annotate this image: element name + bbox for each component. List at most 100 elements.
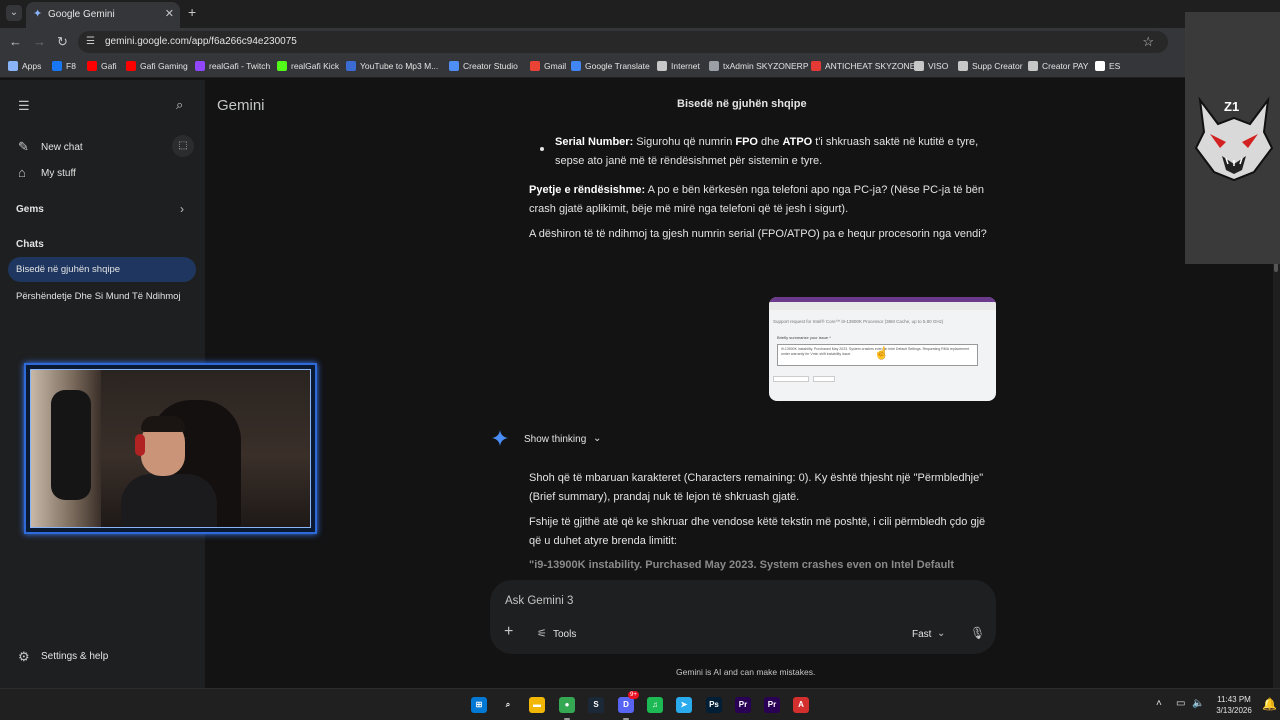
tab-search-button[interactable]: ⌄	[6, 5, 22, 21]
new-tab-button[interactable]: +	[188, 5, 196, 19]
bookmark-item[interactable]: Internet	[657, 61, 700, 71]
taskbar-explorer-icon[interactable]: ▬	[529, 697, 545, 713]
site-info-icon[interactable]: ☰	[86, 36, 98, 48]
tab-google-gemini[interactable]: ✦ Google Gemini ✕	[26, 2, 180, 28]
taskbar-search-icon[interactable]: ⌕	[500, 697, 516, 713]
bookmark-item[interactable]: Gafi	[87, 61, 117, 71]
prompt-input[interactable]: Ask Gemini 3	[505, 595, 573, 607]
chevron-down-icon[interactable]: ⌄	[937, 628, 945, 639]
bookmark-star-icon[interactable]: ☆	[1142, 34, 1154, 50]
bookmark-favicon-icon	[8, 61, 18, 71]
important-label: Pyetje e rëndësishme:	[529, 184, 646, 196]
gemini-brand[interactable]: Gemini	[217, 97, 265, 114]
bookmark-item[interactable]: VISO	[914, 61, 948, 71]
chevron-down-icon[interactable]: ⌄	[593, 433, 601, 444]
bookmark-label: Internet	[671, 61, 700, 71]
taskbar-chrome-icon[interactable]: ●	[559, 697, 575, 713]
taskbar-acrobat-icon[interactable]: A	[793, 697, 809, 713]
bookmark-label: realGafi Kick	[291, 61, 340, 71]
discord-notification-badge: 9+	[628, 691, 639, 699]
screenshot-heading: Support request for Intel® Core™ i9-1390…	[773, 319, 944, 324]
bookmark-favicon-icon	[1095, 61, 1105, 71]
microphone-icon[interactable]: 🎙	[970, 626, 985, 640]
bookmark-favicon-icon	[811, 61, 821, 71]
bookmark-favicon-icon	[52, 61, 62, 71]
omnibox[interactable]: ☰ gemini.google.com/app/f6a266c94e230075…	[78, 31, 1168, 53]
attached-screenshot[interactable]: Support request for Intel® Core™ i9-1390…	[769, 297, 996, 401]
system-clock[interactable]: 11:43 PM 3/13/2026	[1210, 694, 1258, 716]
network-icon[interactable]: ▭	[1176, 698, 1185, 709]
conversation-title[interactable]: Bisedë në gjuhën shqipe	[677, 98, 807, 110]
tab-title: Google Gemini	[48, 9, 115, 20]
tools-button[interactable]: Tools	[553, 629, 576, 640]
bookmark-item[interactable]: realGafi Kick	[277, 61, 339, 71]
browser-tab-strip: ⌄ ✦ Google Gemini ✕ +	[0, 0, 1280, 28]
my-stuff-button[interactable]: ⌂ My stuff	[0, 162, 205, 186]
model-mode-selector[interactable]: Fast	[912, 629, 931, 640]
url-text[interactable]: gemini.google.com/app/f6a266c94e230075	[105, 36, 297, 47]
bookmark-label: Gmail	[544, 61, 567, 71]
taskbar-premiere-2-icon[interactable]: Pr	[764, 697, 780, 713]
bookmark-favicon-icon	[87, 61, 97, 71]
taskbar-telegram-icon[interactable]: ➤	[676, 697, 692, 713]
bookmark-item[interactable]: realGafi - Twitch	[195, 61, 270, 71]
bookmark-item[interactable]: Google Translate	[571, 61, 650, 71]
tray-overflow-icon[interactable]: ˄	[1156, 698, 1162, 709]
taskbar-premiere-1-icon[interactable]: Pr	[735, 697, 751, 713]
taskbar-photoshop-icon[interactable]: Ps	[706, 697, 722, 713]
reload-icon[interactable]: ↻	[57, 34, 68, 50]
bookmark-item[interactable]: YouTube to Mp3 M...	[346, 61, 438, 71]
forward-icon[interactable]: →	[33, 34, 46, 50]
search-icon[interactable]: ⌕	[176, 98, 183, 112]
bookmark-item[interactable]: Creator PAY	[1028, 61, 1088, 71]
chat-main: Gemini Bisedë në gjuhën shqipe Serial Nu…	[205, 80, 1185, 688]
taskbar-discord-icon[interactable]: D	[618, 697, 634, 713]
taskbar-steam-icon[interactable]: S	[588, 697, 604, 713]
chat-item[interactable]: Përshëndetje Dhe Si Mund Të Ndihmoj	[8, 284, 196, 309]
taskbar-start-icon[interactable]: ⊞	[471, 697, 487, 713]
bookmark-item[interactable]: Apps	[8, 61, 41, 71]
bookmark-item[interactable]: ANTICHEAT SKYZONE	[811, 61, 915, 71]
bookmark-item[interactable]: F8	[52, 61, 76, 71]
screenshot-button	[773, 376, 809, 382]
taskbar-spotify-icon[interactable]: ♫	[647, 697, 663, 713]
screenshot-urlbar	[769, 302, 996, 310]
bookmark-label: Creator PAY	[1042, 61, 1089, 71]
bookmark-item[interactable]: Creator Studio	[449, 61, 518, 71]
tools-icon[interactable]: ⚟	[537, 627, 547, 640]
tab-close-icon[interactable]: ✕	[165, 7, 174, 20]
response-bullet: Serial Number: Sigurohu që numrin FPO dh…	[555, 133, 985, 171]
settings-help-button[interactable]: ⚙ Settings & help	[0, 646, 205, 668]
bookmark-label: F8	[66, 61, 76, 71]
menu-icon[interactable]: ☰	[18, 99, 30, 113]
gems-section[interactable]: Gems	[16, 204, 44, 215]
notifications-icon[interactable]: 🔔	[1262, 697, 1277, 711]
bookmark-item[interactable]: ES	[1095, 61, 1120, 71]
bookmark-label: ES	[1109, 61, 1121, 71]
edit-icon: ✎	[18, 139, 29, 154]
bookmark-label: Supp Creator	[972, 61, 1023, 71]
bookmark-item[interactable]: Supp Creator	[958, 61, 1023, 71]
add-attachment-icon[interactable]: +	[504, 624, 513, 640]
back-icon[interactable]: ←	[9, 34, 22, 50]
webcam-headset	[135, 434, 145, 456]
chevron-right-icon[interactable]: ›	[180, 202, 184, 216]
bookmark-label: Gafi	[101, 61, 117, 71]
response-important: Pyetje e rëndësishme: A po e bën kërkesë…	[529, 181, 985, 219]
temporary-chat-icon[interactable]: ⬚	[172, 135, 194, 157]
bookmark-item[interactable]: Gmail	[530, 61, 566, 71]
bookmark-item[interactable]: Gafi Gaming	[126, 61, 188, 71]
response-quote-fading: "i9-13900K instability. Purchased May 20…	[529, 559, 955, 571]
prompt-composer[interactable]: Ask Gemini 3 + ⚟ Tools Fast ⌄ 🎙	[490, 580, 996, 654]
volume-icon[interactable]: 🔈	[1192, 698, 1204, 709]
webcam-person-hair	[141, 416, 185, 432]
fpo-term: FPO	[735, 136, 758, 148]
windows-taskbar: ⊞ ⌕ ▬ ● S D 9+ ♫ ➤ Ps Pr Pr A ˄ ▭ 🔈 11:43 PM 3/13/20…	[0, 688, 1280, 720]
bookmark-item[interactable]: txAdmin SKYZONERP	[709, 61, 809, 71]
show-thinking-button[interactable]: Show thinking	[524, 434, 586, 445]
bookmarks-bar: Apps F8 Gafi Gafi Gaming realGafi - Twitch re…	[0, 56, 1280, 78]
bookmark-label: Gafi Gaming	[140, 61, 188, 71]
chat-item-active[interactable]: Bisedë në gjuhën shqipe	[8, 257, 196, 282]
bookmark-label: Apps	[22, 61, 42, 71]
bullet-icon	[539, 143, 547, 151]
